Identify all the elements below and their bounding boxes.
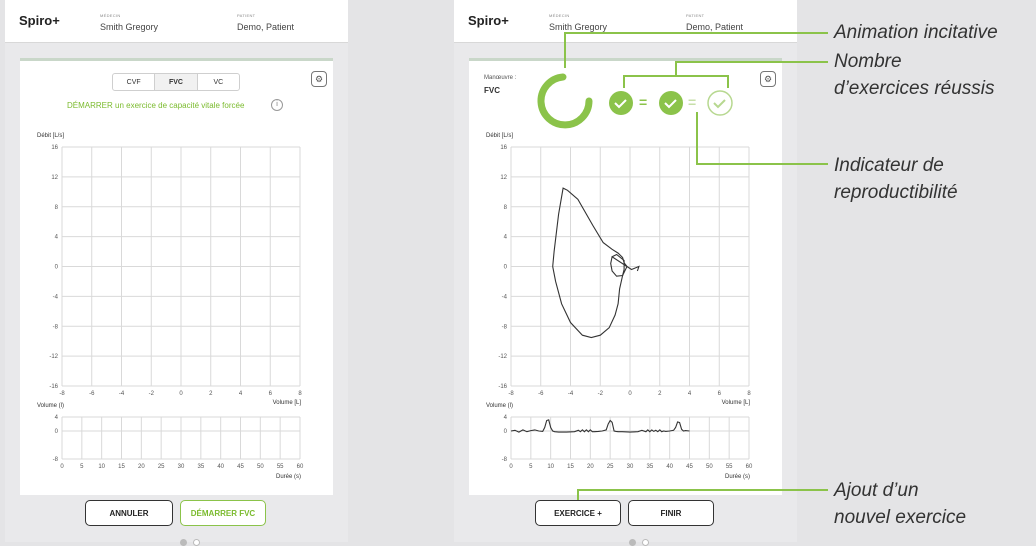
annotation-line-successful [676, 75, 729, 88]
annotation-animation: Animation incitative [834, 22, 998, 43]
annotation-successful-2: d’exercices réussis [834, 78, 995, 99]
annotation-repro-2: reproductibilité [834, 182, 958, 203]
annotation-successful-1: Nombre [834, 51, 902, 72]
annotation-add-1: Ajout d’un [834, 480, 919, 501]
annotation-repro-1: Indicateur de [834, 155, 944, 176]
annotation-line-add [577, 489, 828, 500]
annotation-add-2: nouvel exercice [834, 507, 967, 528]
annotation-line-repro [696, 112, 828, 165]
